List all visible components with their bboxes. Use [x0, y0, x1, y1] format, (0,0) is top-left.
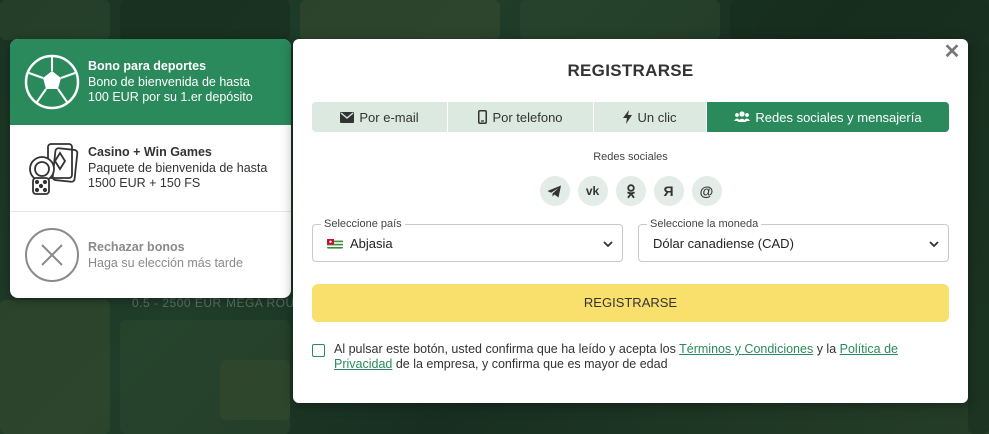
- register-button[interactable]: REGISTRARSE: [312, 284, 949, 322]
- close-circle-icon: [24, 227, 80, 283]
- casino-chips-cards-icon: [24, 140, 80, 196]
- currency-select[interactable]: Seleccione la moneda Dólar canadiense (C…: [638, 218, 949, 262]
- yandex-button[interactable]: Я: [653, 176, 684, 206]
- country-select[interactable]: Seleccione país Abjasia: [312, 218, 623, 262]
- bonus-option-casino[interactable]: Casino + Win Games Paquete de bienvenida…: [10, 125, 291, 212]
- chevron-down-icon: [602, 237, 614, 255]
- bonus-casino-line1: Paquete de bienvenida de hasta: [88, 161, 268, 175]
- consent-checkbox[interactable]: [312, 344, 325, 357]
- consent-block: Al pulsar este botón, usted confirma que…: [312, 342, 952, 372]
- odnoklassniki-icon: [626, 183, 636, 199]
- phone-icon: [478, 110, 488, 124]
- consent-text-part2: y la: [813, 342, 840, 356]
- tab-one-click[interactable]: Un clic: [594, 102, 707, 132]
- telegram-button[interactable]: [539, 176, 570, 206]
- close-button[interactable]: ✕: [943, 42, 961, 62]
- lightning-icon: [623, 110, 633, 124]
- tab-one-click-label: Un clic: [637, 109, 677, 125]
- consent-text-part3: de la empresa, y confirma que es mayor d…: [392, 357, 668, 371]
- yandex-icon: Я: [663, 183, 674, 199]
- tab-phone-label: Por telefono: [492, 109, 563, 125]
- tab-social[interactable]: Redes sociales y mensajería: [707, 102, 949, 132]
- currency-select-label: Seleccione la moneda: [647, 218, 762, 230]
- country-value: Abjasia: [350, 236, 393, 251]
- currency-value: Dólar canadiense (CAD): [653, 236, 794, 251]
- bonus-casino-line2: 1500 EUR + 150 FS: [88, 176, 201, 190]
- modal-title: REGISTRARSE: [567, 61, 694, 80]
- tab-email-label: Por e-mail: [359, 109, 419, 125]
- bonus-sports-line2: 100 EUR por su 1.er depósito: [88, 90, 253, 104]
- registration-tabs: Por e-mail Por telefono Un clic Redes so…: [312, 102, 949, 132]
- bonus-panel: Bono para deportes Bono de bienvenida de…: [10, 39, 291, 298]
- odnoklassniki-button[interactable]: [615, 176, 646, 206]
- soccer-ball-icon: [24, 54, 80, 110]
- bonus-reject-line1: Haga su elección más tarde: [88, 255, 243, 270]
- mail-button[interactable]: @: [691, 176, 722, 206]
- consent-text: Al pulsar este botón, usted confirma que…: [334, 342, 952, 372]
- tab-email[interactable]: Por e-mail: [312, 102, 448, 132]
- users-icon: [734, 111, 751, 123]
- mail-at-icon: @: [699, 183, 714, 199]
- social-networks-label: Redes sociales: [593, 151, 668, 163]
- vk-button[interactable]: vk: [577, 176, 608, 206]
- terms-link[interactable]: Términos y Condiciones: [679, 342, 813, 356]
- tab-social-label: Redes sociales y mensajería: [755, 109, 922, 125]
- social-buttons: vk Я @: [293, 176, 968, 206]
- bonus-option-reject[interactable]: Rechazar bonos Haga su elección más tard…: [10, 212, 291, 298]
- bonus-sports-line1: Bono de bienvenida de hasta: [88, 75, 250, 89]
- bonus-reject-title: Rechazar bonos: [88, 239, 185, 254]
- chevron-down-icon: [928, 237, 940, 255]
- consent-text-part1: Al pulsar este botón, usted confirma que…: [334, 342, 680, 356]
- country-select-label: Seleccione país: [321, 218, 405, 230]
- envelope-icon: [340, 111, 355, 123]
- bonus-option-sports[interactable]: Bono para deportes Bono de bienvenida de…: [10, 39, 291, 125]
- telegram-icon: [547, 185, 562, 198]
- vk-icon: vk: [585, 184, 600, 198]
- abkhazia-flag-icon: [327, 238, 343, 249]
- bonus-sports-title: Bono para deportes: [88, 59, 207, 73]
- registration-modal: ✕ REGISTRARSE Por e-mail Por telefono Un…: [293, 39, 968, 403]
- tab-phone[interactable]: Por telefono: [448, 102, 594, 132]
- bonus-casino-title: Casino + Win Games: [88, 145, 212, 159]
